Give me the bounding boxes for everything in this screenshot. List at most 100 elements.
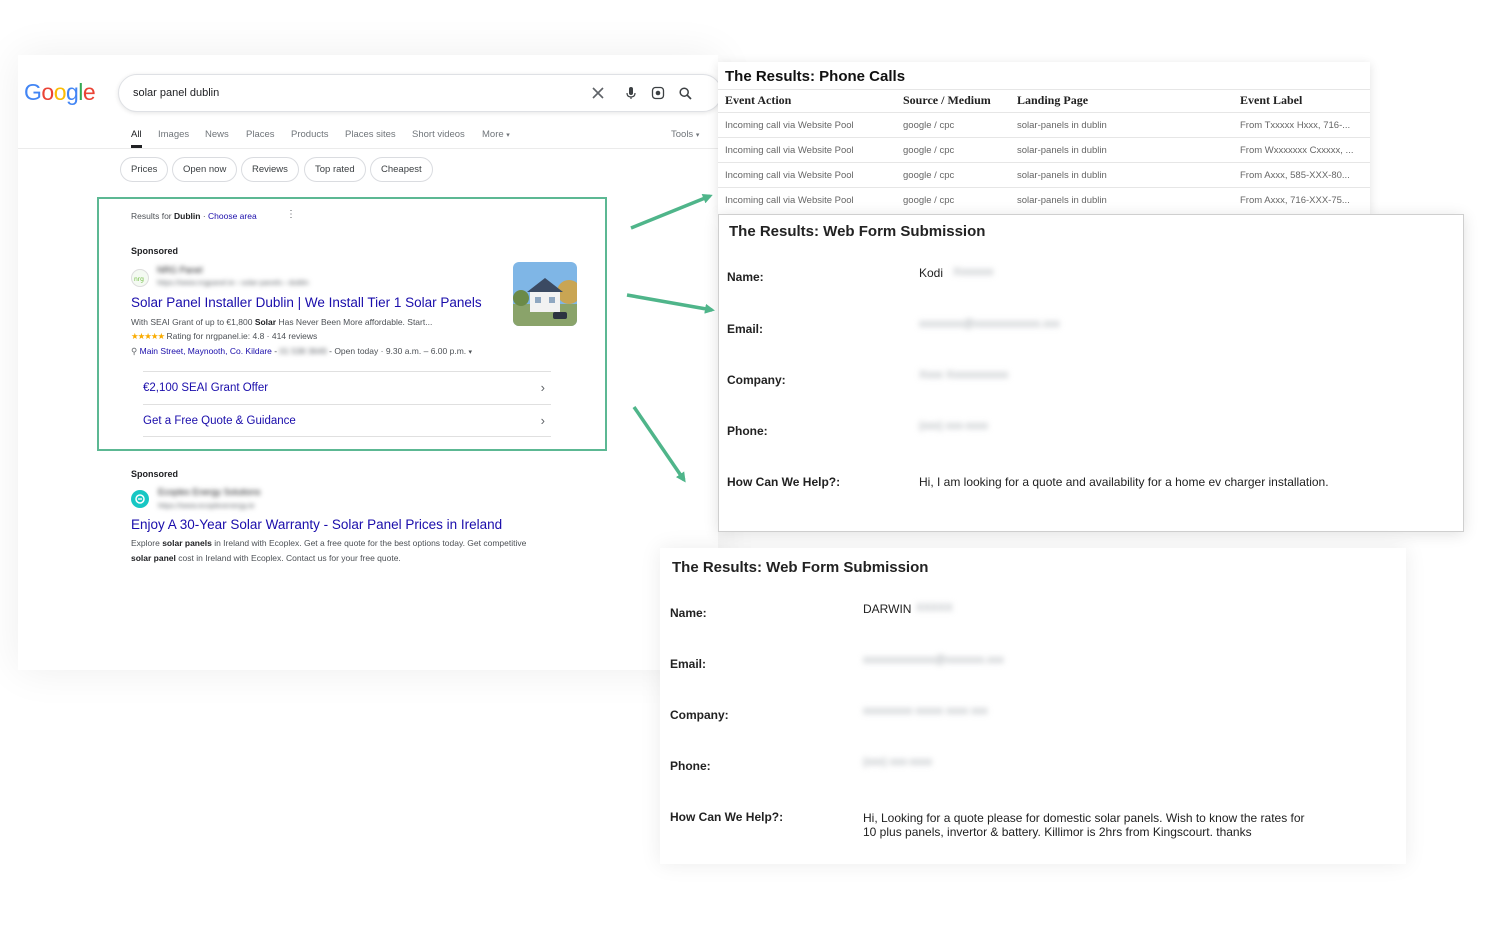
label-how-can-we-help: How Can We Help?: <box>670 810 784 824</box>
web-form-panel-2: The Results: Web Form Submission Name: D… <box>660 548 1406 864</box>
caret-down-icon: ▾ <box>506 132 510 139</box>
tools-button[interactable]: Tools ▾ <box>671 129 699 140</box>
cell-landing-page: solar-panels in dublin <box>1017 195 1107 206</box>
value-help-message: Hi, I am looking for a quote and availab… <box>919 475 1329 489</box>
value-name-redacted: XXXXX <box>916 602 953 614</box>
label-email: Email: <box>727 322 764 336</box>
opening-hours: Open today · 9.30 a.m. – 6.00 p.m. <box>334 346 467 356</box>
chip-open-now[interactable]: Open now <box>172 157 238 182</box>
tabs-divider <box>18 148 718 149</box>
google-logo[interactable]: Google <box>24 79 96 106</box>
value-phone-redacted: (xxx) xxx-xxxx <box>863 756 933 768</box>
rating-text: Rating for nrgpanel.ie: 4.8 · 414 review… <box>166 331 318 341</box>
chevron-right-icon: › <box>540 413 545 428</box>
advertiser-name: Ecoplex Energy Solutions <box>158 487 261 497</box>
microphone-icon[interactable] <box>622 84 640 102</box>
rating-line: ★★★★★ Rating for nrgpanel.ie: 4.8 · 414 … <box>131 331 317 342</box>
tab-short-videos[interactable]: Short videos <box>412 129 465 140</box>
cell-landing-page: solar-panels in dublin <box>1017 120 1107 131</box>
label-name: Name: <box>727 270 764 284</box>
caret-down-icon[interactable]: ▾ <box>469 349 473 356</box>
caret-down-icon: ▾ <box>695 132 700 139</box>
cell-source-medium: google / cpc <box>903 195 955 206</box>
label-name: Name: <box>670 606 707 620</box>
sitelink-label: €2,100 SEAI Grant Offer <box>143 382 269 394</box>
advertiser-name: NRG Panel <box>157 265 203 275</box>
search-icon[interactable] <box>676 84 694 102</box>
lens-icon[interactable] <box>649 84 667 102</box>
results-for-location: Dublin <box>174 211 201 221</box>
tab-all[interactable]: All <box>131 129 142 148</box>
clear-icon[interactable] <box>589 84 607 102</box>
chevron-right-icon: › <box>540 380 545 395</box>
phone-calls-panel: The Results: Phone Calls Event Action So… <box>718 62 1370 214</box>
table-divider <box>718 89 1370 90</box>
cell-landing-page: solar-panels in dublin <box>1017 170 1107 181</box>
svg-text:nrg: nrg <box>134 276 144 283</box>
col-header-event-label: Event Label <box>1240 93 1303 107</box>
cell-event-label: From Txxxxx Hxxx, 716-... <box>1240 120 1351 131</box>
tab-places[interactable]: Places <box>246 129 275 140</box>
ad-title-link[interactable]: Enjoy A 30-Year Solar Warranty - Solar P… <box>131 517 502 532</box>
location-pin-icon: ⚲ <box>131 346 138 356</box>
desc-text: Explore <box>131 538 160 548</box>
chip-cheapest[interactable]: Cheapest <box>370 157 433 182</box>
tab-places-sites[interactable]: Places sites <box>345 129 396 140</box>
web-form-title: The Results: Web Form Submission <box>672 559 929 576</box>
label-phone: Phone: <box>727 424 768 438</box>
sponsored-label: Sponsored <box>131 469 179 479</box>
col-header-landing-page: Landing Page <box>1017 93 1089 107</box>
choose-area-link[interactable]: Choose area <box>208 211 257 221</box>
phone-number[interactable]: 01 538 3649 <box>279 346 326 356</box>
tools-label: Tools <box>671 129 694 140</box>
label-company: Company: <box>670 708 729 722</box>
ecoplex-favicon <box>131 490 149 508</box>
search-tabs: All Images News Places Products Places s… <box>131 129 711 149</box>
ad-house-thumbnail[interactable] <box>513 262 577 326</box>
sitelink-free-quote[interactable]: Get a Free Quote & Guidance › <box>143 404 551 437</box>
sitelink-label: Get a Free Quote & Guidance <box>143 415 296 427</box>
ad-desc-bold: Solar <box>254 317 277 327</box>
table-divider <box>718 137 1370 138</box>
address-link[interactable]: Main Street, Maynooth, Co. Kildare <box>140 346 272 356</box>
google-serp-panel: Google solar panel dublin All Images New… <box>18 55 722 670</box>
tab-news[interactable]: News <box>205 129 229 140</box>
more-options-icon[interactable]: ⋮ <box>286 209 296 220</box>
sponsored-label: Sponsored <box>131 246 179 256</box>
sitelink-grant-offer[interactable]: €2,100 SEAI Grant Offer › <box>143 371 551 404</box>
ad-title-link[interactable]: Solar Panel Installer Dublin | We Instal… <box>131 295 482 310</box>
cell-event-label: From Axxx, 716-XXX-75... <box>1240 195 1350 206</box>
value-help-message-line-1: Hi, Looking for a quote please for domes… <box>863 811 1305 825</box>
tab-images[interactable]: Images <box>158 129 189 140</box>
phone-calls-title: The Results: Phone Calls <box>725 68 906 85</box>
cell-source-medium: google / cpc <box>903 170 955 181</box>
cell-event-label: From Axxx, 585-XXX-80... <box>1240 170 1350 181</box>
chip-prices[interactable]: Prices <box>120 157 169 182</box>
results-for-prefix: Results for <box>131 211 172 221</box>
table-divider <box>718 162 1370 163</box>
tab-products[interactable]: Products <box>291 129 329 140</box>
cell-event-label: From Wxxxxxxx Cxxxxx, ... <box>1240 145 1354 156</box>
table-divider <box>718 187 1370 188</box>
advertiser-url: https://www.nrgpanel.ie › solar-panels ›… <box>157 278 309 287</box>
results-for-line: Results for Dublin · Choose area <box>131 211 257 221</box>
tab-more-label: More <box>482 129 504 140</box>
ad-description-line-1: Explore solar panels in Ireland with Eco… <box>131 538 526 548</box>
location-line: ⚲ Main Street, Maynooth, Co. Kildare - 0… <box>131 346 473 356</box>
ad-desc-part2: Has Never Been More affordable. Start... <box>278 317 433 327</box>
search-input[interactable]: solar panel dublin <box>133 87 219 99</box>
search-box[interactable]: solar panel dublin <box>118 74 722 112</box>
value-company-redacted: xxxxxxxxx xxxxx xxxx xxx <box>863 705 988 717</box>
cell-event-action: Incoming call via Website Pool <box>725 170 854 181</box>
web-form-title: The Results: Web Form Submission <box>729 223 986 240</box>
chip-top-rated[interactable]: Top rated <box>304 157 366 182</box>
advertiser-favicon: nrg <box>131 269 149 287</box>
desc-bold: solar panels <box>162 538 212 548</box>
tab-more[interactable]: More ▾ <box>482 129 510 140</box>
value-company-redacted: Xxxx Xxxxxxxxxxx <box>919 369 1009 381</box>
value-name: DARWIN <box>863 602 912 616</box>
chip-reviews[interactable]: Reviews <box>241 157 299 182</box>
label-email: Email: <box>670 657 707 671</box>
value-email-redacted: xxxxxxxxxxxxx@xxxxxxx.xxx <box>863 654 1004 666</box>
advertiser-url: https://www.ecoplexenergy.ie <box>158 501 255 510</box>
